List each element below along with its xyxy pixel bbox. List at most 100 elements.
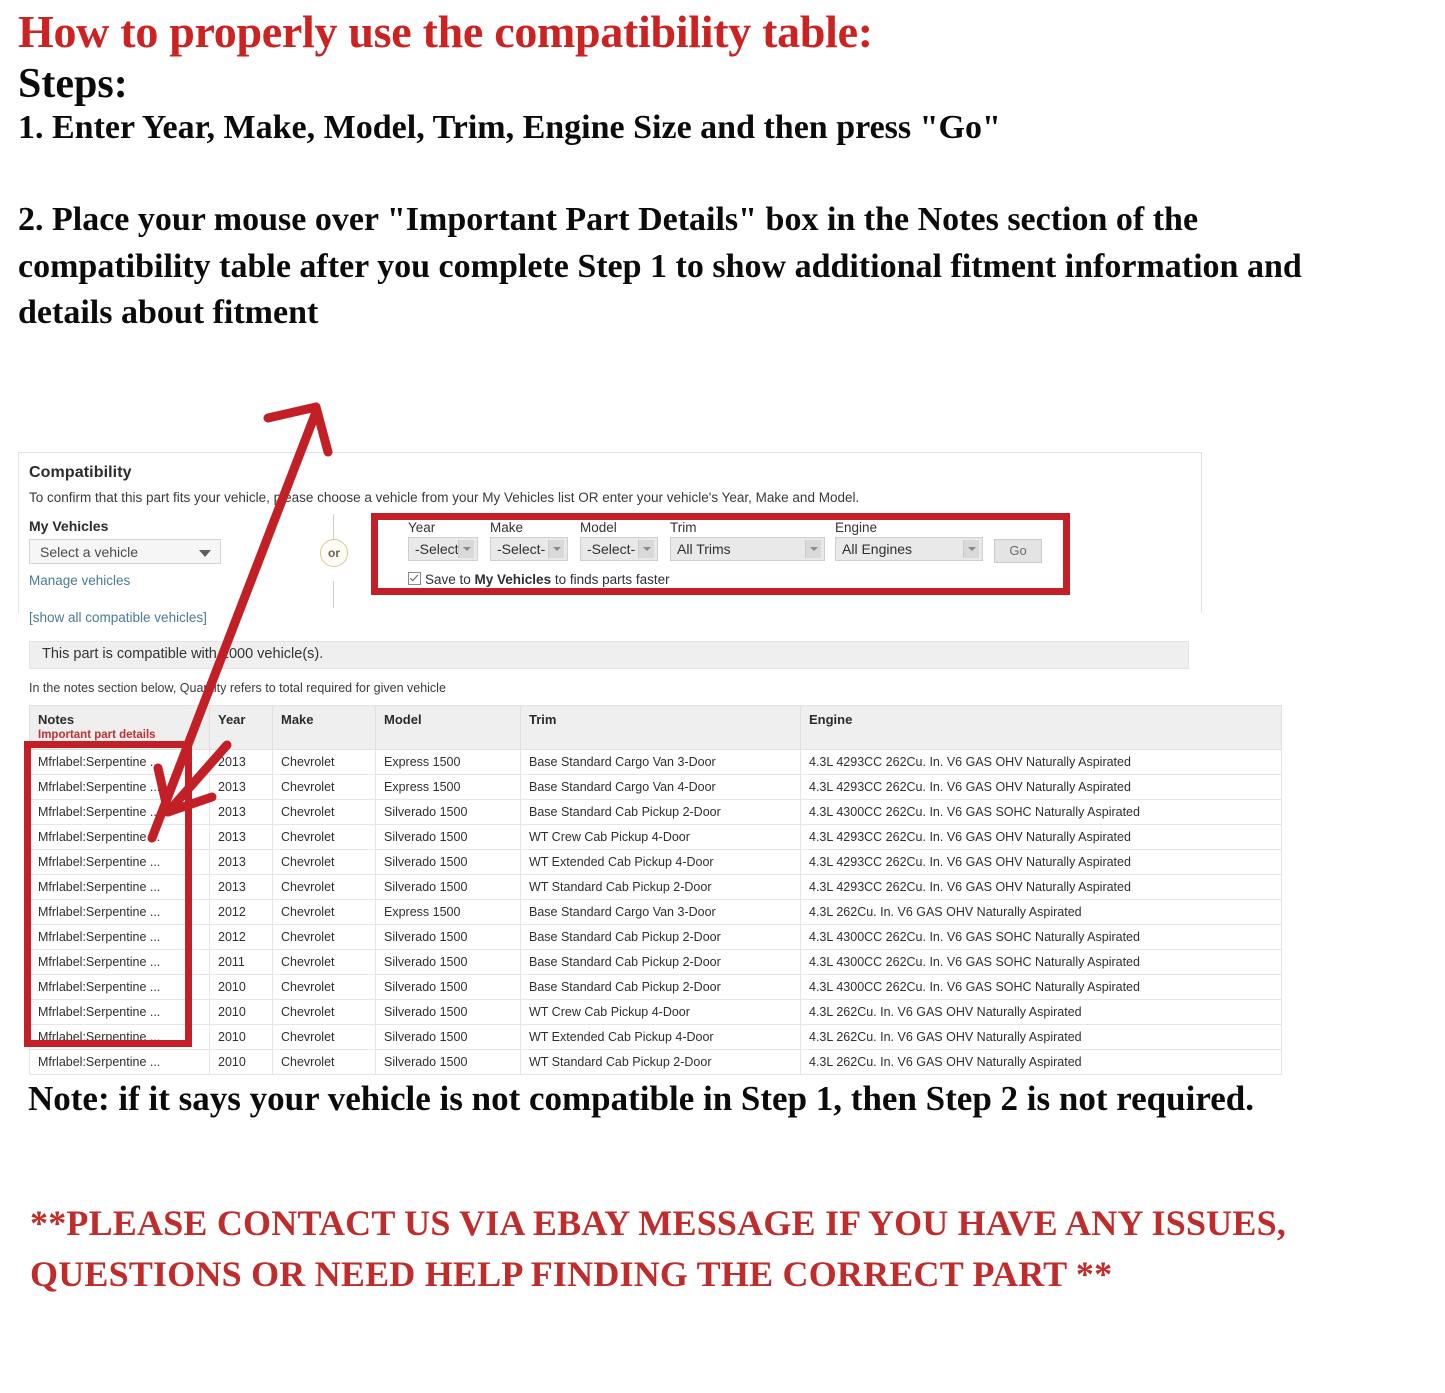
cell-engine: 4.3L 262Cu. In. V6 GAS OHV Naturally Asp… [800, 1049, 1282, 1075]
cell-engine: 4.3L 4293CC 262Cu. In. V6 GAS OHV Natura… [800, 849, 1282, 875]
chevron-down-icon [458, 540, 474, 558]
fitment-table-body: Mfrlabel:Serpentine ... 2013 Chevrolet Expr… [29, 749, 1282, 1075]
step-1-text: 1. Enter Year, Make, Model, Trim, Engine… [18, 108, 1001, 146]
cell-trim: WT Extended Cab Pickup 4-Door [520, 1024, 801, 1050]
cell-engine: 4.3L 4300CC 262Cu. In. V6 GAS SOHC Natur… [800, 949, 1282, 975]
make-label: Make [490, 520, 524, 535]
cell-notes[interactable]: Mfrlabel:Serpentine ... [29, 849, 210, 875]
cell-make: Chevrolet [272, 824, 376, 850]
save-vehicle-checkbox[interactable] [408, 572, 421, 585]
or-divider: or [314, 514, 354, 608]
table-row: Mfrlabel:Serpentine ... 2011 Chevrolet Silv… [29, 949, 1282, 975]
cell-model: Silverado 1500 [375, 799, 521, 825]
header-notes-label: Notes [38, 712, 75, 727]
compatibility-heading: Compatibility [29, 464, 132, 481]
cell-engine: 4.3L 4293CC 262Cu. In. V6 GAS OHV Natura… [800, 874, 1282, 900]
cell-make: Chevrolet [272, 1049, 376, 1075]
trim-label: Trim [670, 520, 697, 535]
go-button[interactable]: Go [994, 539, 1042, 563]
chevron-down-icon [963, 540, 979, 558]
cell-trim: WT Standard Cab Pickup 2-Door [520, 874, 801, 900]
table-row: Mfrlabel:Serpentine ... 2013 Chevrolet Silv… [29, 824, 1282, 850]
cell-notes[interactable]: Mfrlabel:Serpentine ... [29, 1024, 210, 1050]
engine-label: Engine [835, 520, 878, 535]
cell-year: 2013 [209, 774, 273, 800]
cell-make: Chevrolet [272, 1024, 376, 1050]
model-label: Model [580, 520, 617, 535]
or-label: or [320, 539, 348, 567]
cell-model: Silverado 1500 [375, 849, 521, 875]
cell-notes[interactable]: Mfrlabel:Serpentine ... [29, 999, 210, 1025]
model-select[interactable]: -Select- [580, 537, 658, 561]
cell-year: 2010 [209, 999, 273, 1025]
cell-year: 2011 [209, 949, 273, 975]
header-make: Make [272, 705, 376, 750]
cell-year: 2013 [209, 799, 273, 825]
trim-select[interactable]: All Trims [670, 537, 825, 561]
my-vehicles-select[interactable]: Select a vehicle [29, 539, 221, 564]
steps-label: Steps: [18, 60, 128, 107]
table-header-row: Notes Important part details Year Make M… [29, 705, 1282, 750]
cell-notes[interactable]: Mfrlabel:Serpentine ... [29, 749, 210, 775]
cell-notes[interactable]: Mfrlabel:Serpentine ... [29, 874, 210, 900]
table-row: Mfrlabel:Serpentine ... 2013 Chevrolet Silv… [29, 874, 1282, 900]
year-select[interactable]: -Select- [408, 537, 478, 561]
my-vehicles-value: Select a vehicle [40, 544, 139, 560]
engine-value: All Engines [842, 541, 913, 557]
cell-year: 2013 [209, 824, 273, 850]
engine-select[interactable]: All Engines [835, 537, 983, 561]
notes-quantity-hint: In the notes section below, Quantity ref… [29, 681, 446, 695]
cell-notes[interactable]: Mfrlabel:Serpentine ... [29, 799, 210, 825]
cell-notes[interactable]: Mfrlabel:Serpentine ... [29, 824, 210, 850]
save-suffix-text: to finds parts faster [551, 572, 670, 587]
year-field: Year -Select- [408, 520, 478, 561]
cell-trim: WT Crew Cab Pickup 4-Door [520, 824, 801, 850]
cell-model: Silverado 1500 [375, 874, 521, 900]
manage-vehicles-link[interactable]: Manage vehicles [29, 573, 130, 588]
make-field: Make -Select- [490, 520, 568, 561]
cell-make: Chevrolet [272, 949, 376, 975]
table-row: Mfrlabel:Serpentine ... 2010 Chevrolet Silv… [29, 999, 1282, 1025]
important-part-details-label[interactable]: Important part details [38, 729, 201, 741]
save-to-my-vehicles-row[interactable]: Save to My Vehicles to finds parts faste… [408, 572, 670, 587]
cell-notes[interactable]: Mfrlabel:Serpentine ... [29, 899, 210, 925]
cell-model: Express 1500 [375, 774, 521, 800]
cell-engine: 4.3L 262Cu. In. V6 GAS OHV Naturally Asp… [800, 1024, 1282, 1050]
header-model: Model [375, 705, 521, 750]
table-row: Mfrlabel:Serpentine ... 2010 Chevrolet Silv… [29, 974, 1282, 1000]
cell-notes[interactable]: Mfrlabel:Serpentine ... [29, 924, 210, 950]
header-notes: Notes Important part details [29, 705, 210, 750]
cell-engine: 4.3L 4293CC 262Cu. In. V6 GAS OHV Natura… [800, 824, 1282, 850]
table-row: Mfrlabel:Serpentine ... 2012 Chevrolet Expr… [29, 899, 1282, 925]
cell-year: 2010 [209, 1024, 273, 1050]
year-value: -Select- [415, 541, 464, 557]
cell-trim: Base Standard Cab Pickup 2-Door [520, 974, 801, 1000]
footer-note: Note: if it says your vehicle is not com… [28, 1079, 1254, 1118]
cell-trim: Base Standard Cargo Van 3-Door [520, 749, 801, 775]
cell-trim: Base Standard Cargo Van 3-Door [520, 899, 801, 925]
cell-make: Chevrolet [272, 899, 376, 925]
compatibility-result-banner: This part is compatible with 1000 vehicl… [29, 641, 1189, 669]
cell-notes[interactable]: Mfrlabel:Serpentine ... [29, 1049, 210, 1075]
table-row: Mfrlabel:Serpentine ... 2012 Chevrolet Silv… [29, 924, 1282, 950]
cell-year: 2013 [209, 749, 273, 775]
table-row: Mfrlabel:Serpentine ... 2010 Chevrolet Silv… [29, 1024, 1282, 1050]
cell-make: Chevrolet [272, 799, 376, 825]
cell-model: Silverado 1500 [375, 999, 521, 1025]
cell-trim: Base Standard Cab Pickup 2-Door [520, 949, 801, 975]
cell-notes[interactable]: Mfrlabel:Serpentine ... [29, 949, 210, 975]
cell-notes[interactable]: Mfrlabel:Serpentine ... [29, 974, 210, 1000]
chevron-down-icon [548, 540, 564, 558]
cell-trim: Base Standard Cab Pickup 2-Door [520, 924, 801, 950]
cell-model: Express 1500 [375, 899, 521, 925]
cell-notes[interactable]: Mfrlabel:Serpentine ... [29, 774, 210, 800]
table-row: Mfrlabel:Serpentine ... 2013 Chevrolet Silv… [29, 799, 1282, 825]
cell-year: 2012 [209, 924, 273, 950]
cell-year: 2013 [209, 874, 273, 900]
cell-trim: WT Crew Cab Pickup 4-Door [520, 999, 801, 1025]
model-field: Model -Select- [580, 520, 658, 561]
cell-year: 2010 [209, 1049, 273, 1075]
make-select[interactable]: -Select- [490, 537, 568, 561]
cell-model: Silverado 1500 [375, 924, 521, 950]
show-all-compatible-vehicles-link[interactable]: [show all compatible vehicles] [29, 610, 207, 625]
